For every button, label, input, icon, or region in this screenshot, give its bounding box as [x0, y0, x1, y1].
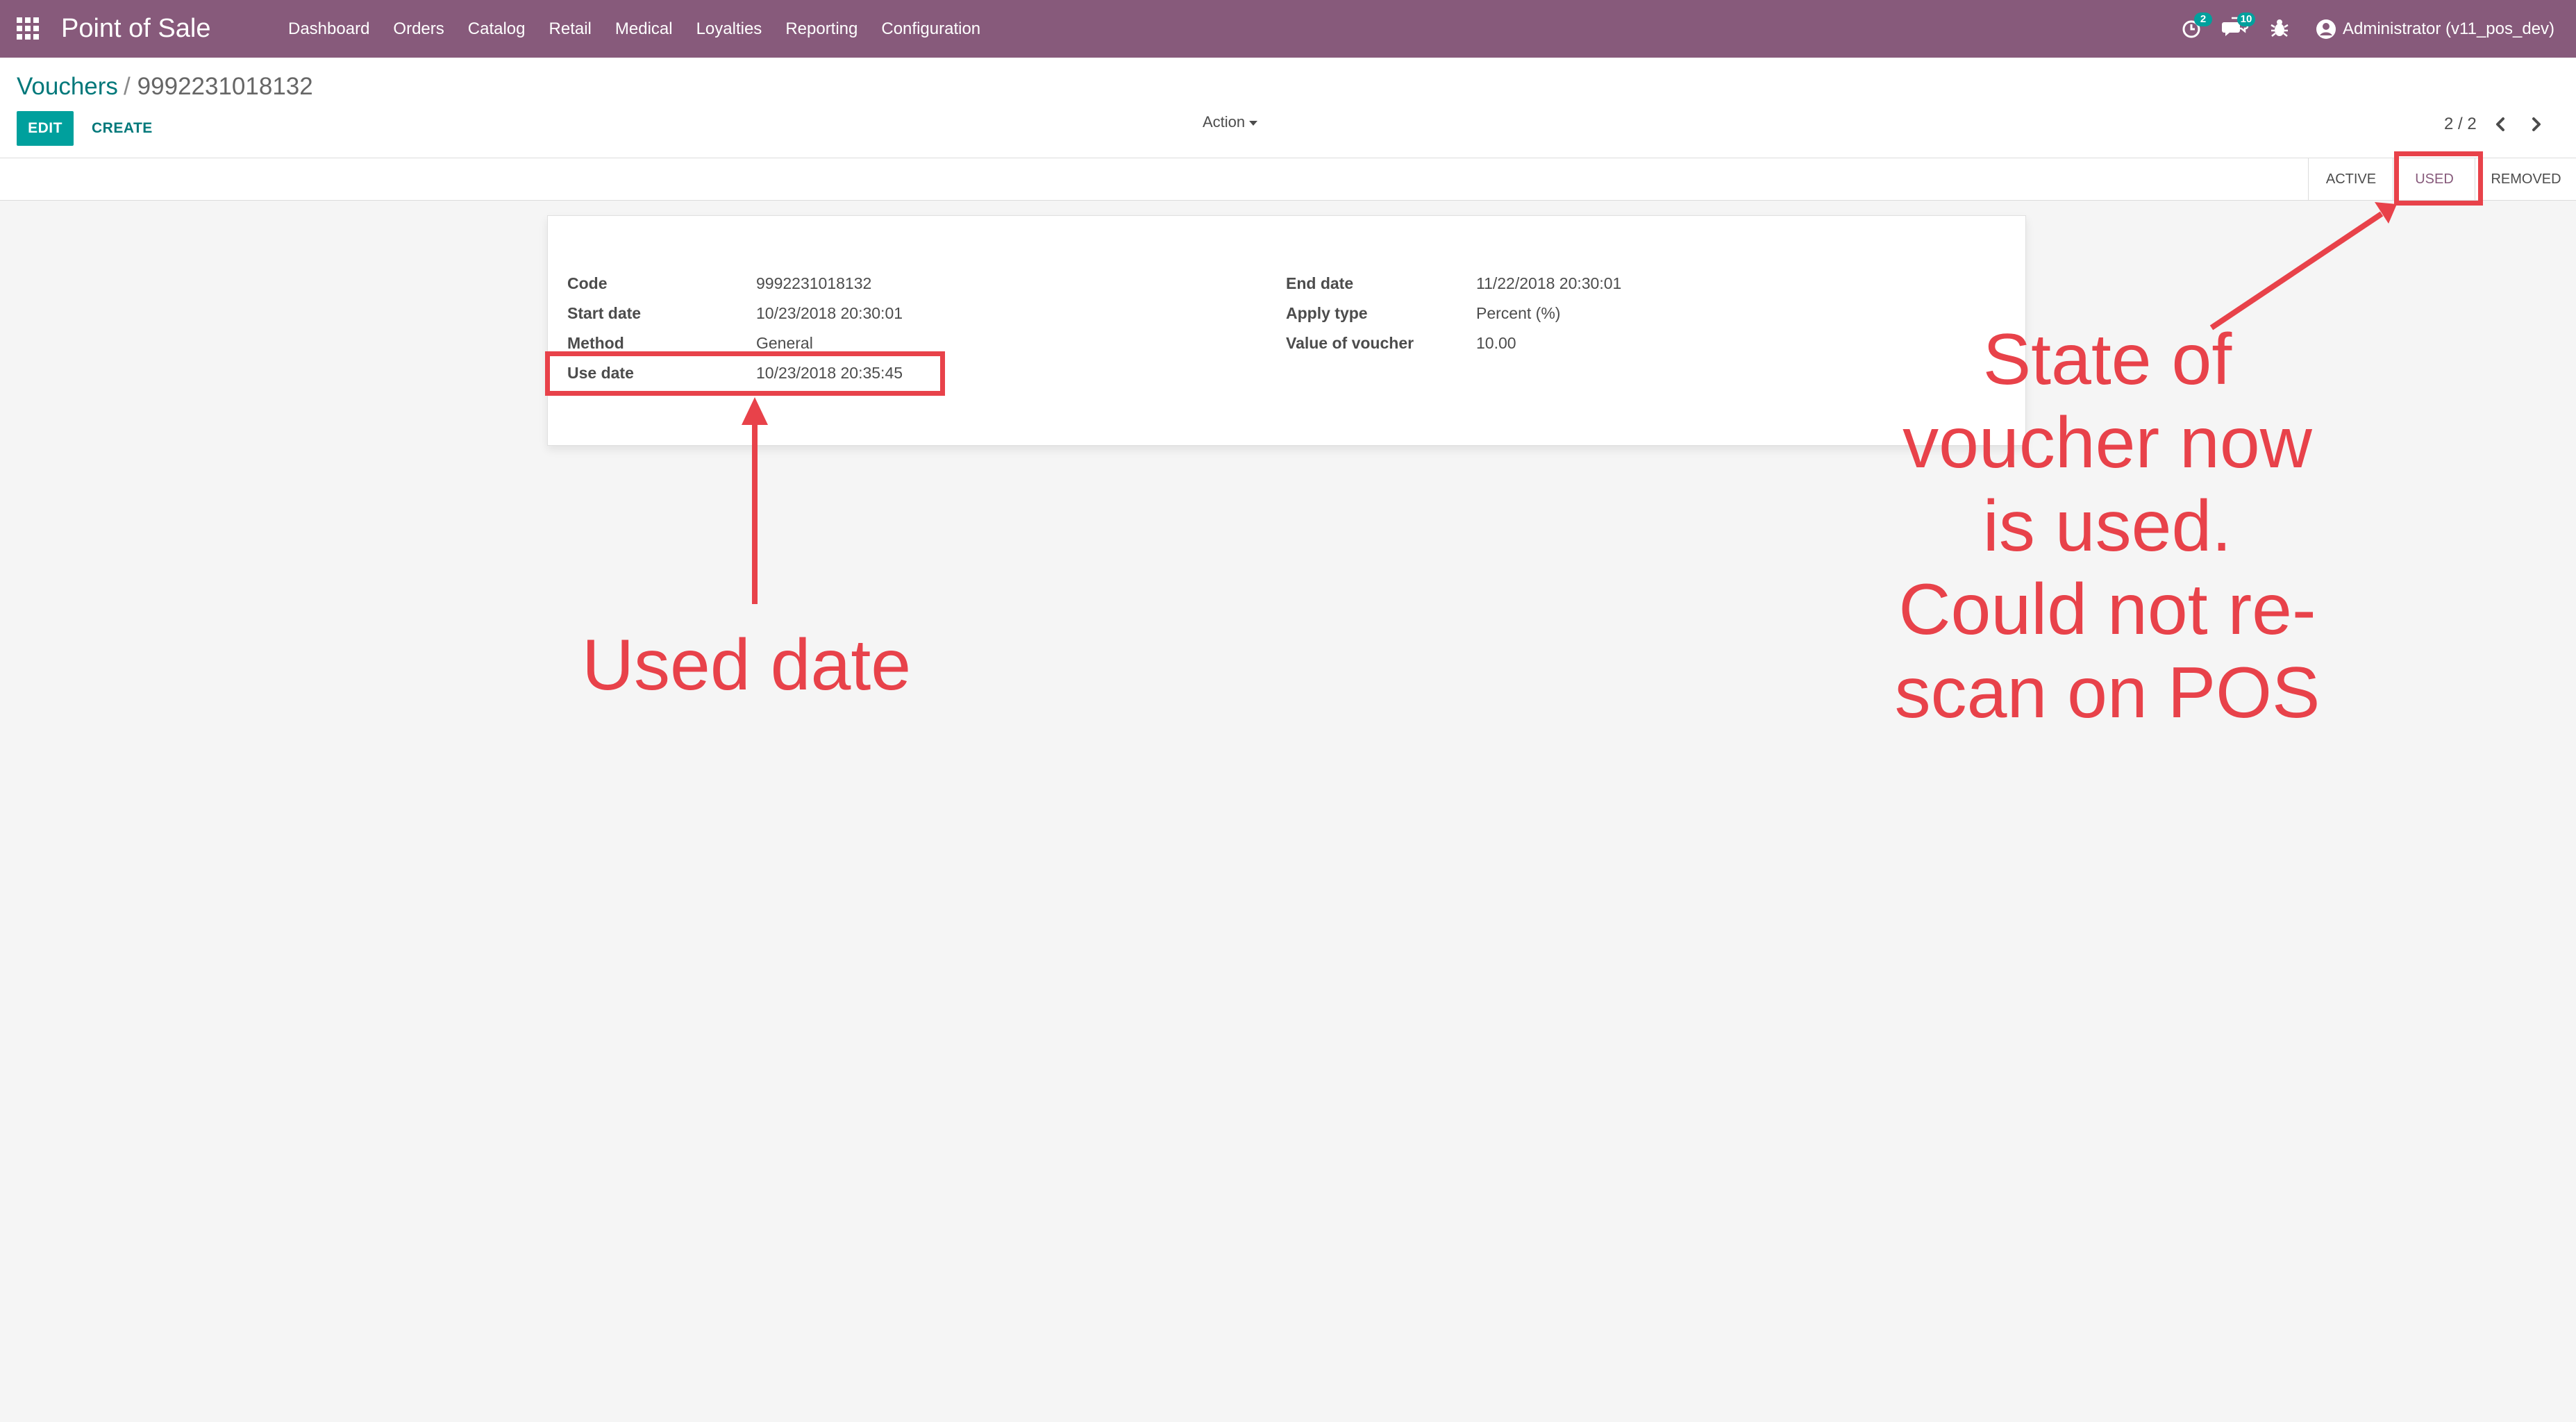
- state-annotation-line: Could not re-: [1898, 569, 2316, 650]
- create-button[interactable]: CREATE: [83, 111, 161, 146]
- menu-item-loyalties[interactable]: Loyalties: [685, 0, 774, 58]
- menu-item-medical[interactable]: Medical: [603, 0, 685, 58]
- control-panel: Vouchers/9992231018132 EDIT CREATE Actio…: [0, 58, 2576, 158]
- menu-item-catalog[interactable]: Catalog: [456, 0, 537, 58]
- apply-type-label: Apply type: [1286, 304, 1368, 322]
- user-menu[interactable]: Administrator (v11_pos_dev): [2315, 0, 2554, 58]
- menu-item-dashboard[interactable]: Dashboard: [276, 0, 381, 58]
- arrow-to-used-stage: [2209, 202, 2397, 331]
- apply-type-value: Percent (%): [1476, 304, 1561, 322]
- breadcrumb-vouchers-link[interactable]: Vouchers: [17, 73, 118, 100]
- start-date-label: Start date: [567, 304, 642, 322]
- method-label: Method: [567, 334, 624, 352]
- breadcrumb-separator: /: [123, 73, 131, 100]
- main-menu: Dashboard Orders Catalog Retail Medical …: [276, 0, 992, 58]
- end-date-value: 11/22/2018 20:30:01: [1476, 274, 1622, 292]
- app-title[interactable]: Point of Sale: [61, 12, 210, 44]
- voucher-form-sheet: Code 9992231018132 Start date 10/23/2018…: [547, 215, 2026, 446]
- status-bar: ACTIVE USED REMOVED: [0, 158, 2576, 201]
- menu-item-reporting[interactable]: Reporting: [773, 0, 869, 58]
- edit-button[interactable]: EDIT: [17, 111, 74, 146]
- end-date-label: End date: [1286, 274, 1354, 292]
- chevron-left-icon: [2496, 117, 2504, 131]
- breadcrumb-current-record: 9992231018132: [137, 73, 313, 100]
- user-name: Administrator (v11_pos_dev): [2343, 19, 2555, 38]
- state-annotation-line: scan on POS: [1894, 653, 2320, 733]
- status-stage-active[interactable]: ACTIVE: [2308, 158, 2393, 200]
- state-annotation-line: State of: [1982, 319, 2232, 400]
- method-value: General: [756, 334, 813, 352]
- used-date-annotation: Used date: [581, 625, 912, 705]
- pager-value[interactable]: 2 / 2: [2444, 115, 2477, 134]
- pager-next-button[interactable]: [2523, 112, 2548, 137]
- menu-item-orders[interactable]: Orders: [381, 0, 455, 58]
- code-value: 9992231018132: [756, 274, 872, 292]
- code-label: Code: [567, 274, 608, 292]
- state-annotation-line: voucher now: [1902, 403, 2312, 483]
- bug-icon[interactable]: [2267, 15, 2292, 40]
- breadcrumb: Vouchers/9992231018132: [17, 72, 313, 102]
- activity-clock-icon[interactable]: 2: [2180, 12, 2212, 40]
- action-dropdown-label: Action: [1203, 113, 1246, 131]
- chevron-right-icon: [2532, 117, 2541, 131]
- apps-grid-icon[interactable]: [17, 17, 40, 40]
- use-date-highlight-box: [545, 351, 945, 396]
- used-stage-highlight-box: [2394, 151, 2483, 206]
- activity-count-badge: 2: [2194, 12, 2212, 26]
- menu-item-retail[interactable]: Retail: [537, 0, 603, 58]
- main-navbar: Point of Sale Dashboard Orders Catalog R…: [0, 0, 2576, 58]
- action-dropdown[interactable]: Action: [1203, 113, 1258, 131]
- start-date-value: 10/23/2018 20:30:01: [756, 304, 903, 322]
- caret-down-icon: [1249, 120, 1258, 126]
- chat-bubbles-icon[interactable]: 10: [2222, 12, 2255, 40]
- message-count-badge: 10: [2237, 12, 2255, 26]
- value-of-voucher-label: Value of voucher: [1286, 334, 1414, 352]
- value-of-voucher-value: 10.00: [1476, 334, 1516, 352]
- pager-previous-button[interactable]: [2489, 112, 2514, 137]
- state-annotation: State of voucher now is used. Could not …: [1861, 318, 2354, 735]
- status-stage-removed[interactable]: REMOVED: [2475, 158, 2576, 200]
- user-avatar-icon: [2316, 19, 2336, 39]
- state-annotation-line: is used.: [1982, 486, 2232, 567]
- menu-item-configuration[interactable]: Configuration: [869, 0, 992, 58]
